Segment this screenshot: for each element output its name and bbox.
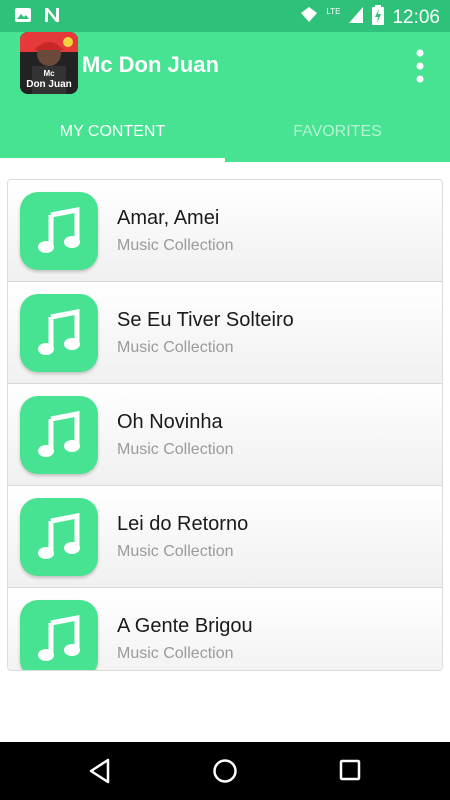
tab-indicator [0, 158, 225, 162]
home-icon[interactable] [212, 758, 238, 789]
song-subtitle: Music Collection [117, 543, 234, 560]
song-title: Amar, Amei [117, 207, 220, 229]
music-note-icon [20, 600, 98, 670]
app-title: Mc Don Juan [82, 52, 219, 77]
list-item[interactable]: A Gente Brigou Music Collection [8, 588, 442, 670]
n-notification-icon [42, 6, 62, 29]
cell-signal-icon [348, 6, 364, 29]
app-bar: Mc Don Juan Mc Don Juan MY CONTENT FAVOR… [0, 32, 450, 162]
song-subtitle: Music Collection [117, 441, 234, 458]
song-subtitle: Music Collection [117, 237, 234, 254]
overflow-menu-icon[interactable] [410, 48, 430, 84]
song-title: Lei do Retorno [117, 513, 249, 535]
tab-bar: MY CONTENT FAVORITES [0, 112, 450, 162]
image-notification-icon [14, 6, 32, 29]
tab-my-content[interactable]: MY CONTENT [0, 112, 225, 162]
logo-text-bottom: Don Juan [26, 79, 72, 90]
status-time: 12:06 [392, 6, 440, 28]
list-item[interactable]: Oh Novinha Music Collection [8, 384, 442, 486]
music-note-icon [20, 396, 98, 474]
list-item[interactable]: Lei do Retorno Music Collection [8, 486, 442, 588]
song-subtitle: Music Collection [117, 645, 234, 662]
music-note-icon [20, 294, 98, 372]
song-list: Amar, Amei Music Collection Se Eu Tiver … [7, 179, 443, 671]
status-bar: LTE 12:06 [0, 0, 450, 32]
back-icon[interactable] [88, 758, 112, 789]
battery-icon [372, 5, 385, 30]
lte-label: LTE [326, 7, 341, 16]
app-logo: Mc Don Juan [20, 32, 78, 94]
app-screen: LTE 12:06 Mc Don Juan Mc Don Juan MY CON… [0, 0, 450, 800]
list-item[interactable]: Se Eu Tiver Solteiro Music Collection [8, 282, 442, 384]
song-title: Oh Novinha [117, 411, 223, 433]
wifi-signal-icon [300, 6, 318, 29]
song-subtitle: Music Collection [117, 339, 234, 356]
tab-favorites[interactable]: FAVORITES [225, 112, 450, 162]
recents-icon[interactable] [339, 759, 361, 786]
list-item[interactable]: Amar, Amei Music Collection [8, 180, 442, 282]
system-nav-bar [0, 742, 450, 800]
song-title: Se Eu Tiver Solteiro [117, 309, 294, 331]
logo-text-top: Mc [43, 69, 55, 78]
song-title: A Gente Brigou [117, 615, 253, 637]
music-note-icon [20, 192, 98, 270]
music-note-icon [20, 498, 98, 576]
